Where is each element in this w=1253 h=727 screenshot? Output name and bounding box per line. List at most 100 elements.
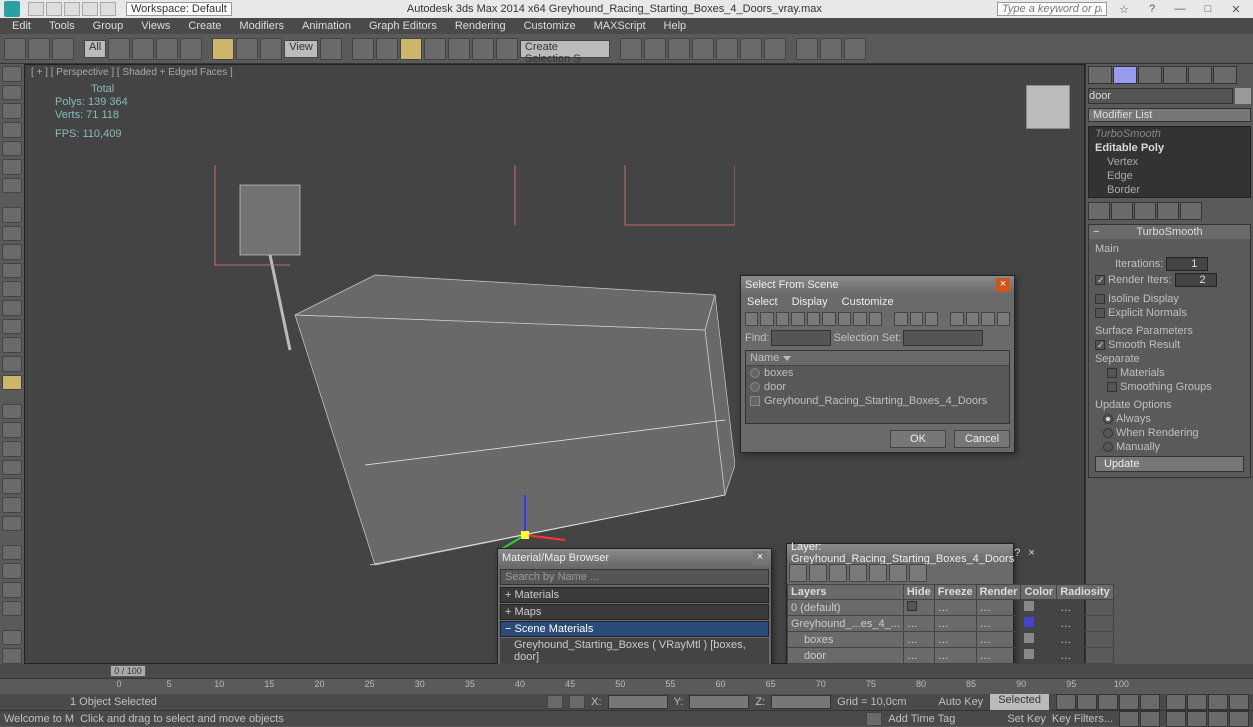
sfs-filter-light-icon[interactable] [776,312,789,326]
y-coord-input[interactable] [689,695,749,709]
signin-icon[interactable]: ☆ [1115,2,1133,16]
ts-explicit-checkbox[interactable] [1095,308,1105,318]
create-camera-icon[interactable] [2,122,22,138]
paint-icon[interactable] [2,404,22,420]
ts-render-iters-checkbox[interactable] [1095,275,1105,285]
remove-modifier-icon[interactable] [1157,202,1179,220]
snap-toggle-icon[interactable] [400,38,422,60]
tube-primitive-icon[interactable] [2,337,22,353]
menu-grapheditors[interactable]: Graph Editors [361,20,445,32]
workspace-selector[interactable]: Workspace: Default [126,2,232,16]
teapot-primitive-icon[interactable] [2,281,22,297]
maximize-icon[interactable]: □ [1199,2,1217,16]
x-coord-input[interactable] [608,695,668,709]
create-helper-icon[interactable] [2,141,22,157]
menu-help[interactable]: Help [656,20,695,32]
compound-icon[interactable] [2,478,22,494]
sfs-tab-display[interactable]: Display [792,296,828,308]
setkey-button[interactable]: Set Key [1007,713,1046,725]
aec-door-icon[interactable] [2,563,22,579]
layer-color-swatch[interactable] [1024,633,1034,643]
layer-col-freeze[interactable]: Freeze [934,585,976,600]
sfs-close-button[interactable]: × [996,278,1010,292]
window-crossing-icon[interactable] [180,38,202,60]
z-coord-input[interactable] [771,695,831,709]
panel-motion-icon[interactable] [1163,66,1187,84]
modifier-stack[interactable]: TurboSmooth Editable Poly Vertex Edge Bo… [1088,126,1251,198]
sfs-item-label[interactable]: boxes [764,367,793,379]
sphere-primitive-icon[interactable] [2,226,22,242]
matbrowser-close-button[interactable]: × [753,551,767,565]
angle-snap-icon[interactable] [424,38,446,60]
keyboard-shortcut-icon[interactable] [376,38,398,60]
layer-select-icon[interactable] [849,564,867,582]
goto-end-icon[interactable] [1140,694,1160,710]
sfs-select-all-icon[interactable] [894,312,907,326]
matbrowser-cat-scene[interactable]: − Scene Materials [500,621,769,637]
schematic-view-icon[interactable] [740,38,762,60]
keyfilters-button[interactable]: Key Filters... [1052,713,1113,725]
box-primitive-icon[interactable] [2,207,22,223]
timeline-ruler[interactable]: 0 5 10 15 20 25 30 35 40 45 50 55 60 65 … [0,678,1253,694]
close-icon[interactable]: ✕ [1227,2,1245,16]
select-move-icon[interactable] [212,38,234,60]
select-region-icon[interactable] [156,38,178,60]
graphite-ribbon-icon[interactable] [692,38,714,60]
edit-named-sel-icon[interactable] [496,38,518,60]
layer-color-swatch[interactable] [1024,601,1034,611]
mirror-icon[interactable] [620,38,642,60]
menu-edit[interactable]: Edit [4,20,39,32]
ts-iterations-spinner[interactable]: 1 [1166,257,1208,271]
sfs-filter-group-icon[interactable] [838,312,851,326]
cone-primitive-icon[interactable] [2,300,22,316]
named-selection-dropdown[interactable]: Create Selection S [520,40,610,58]
layer-hide-icon[interactable] [889,564,907,582]
patch-icon[interactable] [2,497,22,513]
pyramid-primitive-icon[interactable] [2,356,22,372]
sfs-selset-dropdown[interactable] [903,330,983,346]
sfs-column-chooser-icon[interactable] [997,312,1010,326]
layer-col-radiosity[interactable]: Radiosity [1057,585,1114,600]
qat-new-icon[interactable] [28,2,44,16]
sfs-item-label[interactable]: Greyhound_Racing_Starting_Boxes_4_Doors [764,395,987,407]
layer-row-name[interactable]: boxes [788,632,904,648]
dynamics-icon[interactable] [2,516,22,532]
stack-editable-poly[interactable]: Editable Poly [1089,141,1250,155]
app-icon[interactable] [4,1,20,17]
minimize-icon[interactable]: — [1171,2,1189,16]
sfs-find-input[interactable] [771,330,831,346]
menu-create[interactable]: Create [180,20,229,32]
key-mode-icon[interactable] [1119,711,1139,727]
ts-update-button[interactable]: Update [1095,456,1244,472]
sfs-cancel-button[interactable]: Cancel [954,430,1010,448]
sfs-col-name[interactable]: Name [746,351,1009,366]
sfs-select-none-icon[interactable] [910,312,923,326]
align-icon[interactable] [644,38,666,60]
cylinder-primitive-icon[interactable] [2,244,22,260]
rollout-turbosmooth-header[interactable]: TurboSmooth [1089,225,1250,239]
modifier-list-dropdown[interactable]: Modifier List [1088,108,1251,122]
bones-icon[interactable] [2,648,22,664]
sfs-filter-geometry-icon[interactable] [745,312,758,326]
menu-views[interactable]: Views [133,20,178,32]
layer-delete-icon[interactable] [809,564,827,582]
layer-color-swatch[interactable] [1024,649,1034,659]
layer-row-name[interactable]: Greyhound_...es_4_... [788,616,904,632]
absolute-transform-icon[interactable] [569,695,585,709]
create-geometry-icon[interactable] [2,66,22,82]
stack-sub-vertex[interactable]: Vertex [1089,155,1250,169]
create-system-icon[interactable] [2,178,22,194]
ts-update-always-radio[interactable] [1103,414,1113,424]
menu-group[interactable]: Group [85,20,132,32]
bind-spacewarp-icon[interactable] [52,38,74,60]
layer-manager-icon[interactable] [668,38,690,60]
manipulate-icon[interactable] [352,38,374,60]
viewport-nav-maximize-icon[interactable] [1229,711,1249,727]
timetag-icon[interactable] [866,712,882,726]
object-color-swatch[interactable] [1235,88,1251,104]
layer-add-to-icon[interactable] [829,564,847,582]
viewport-nav-zoom-all-icon[interactable] [1187,694,1207,710]
ts-isoline-checkbox[interactable] [1095,294,1105,304]
show-end-result-icon[interactable] [1111,202,1133,220]
sfs-filter-spacewarp-icon[interactable] [822,312,835,326]
